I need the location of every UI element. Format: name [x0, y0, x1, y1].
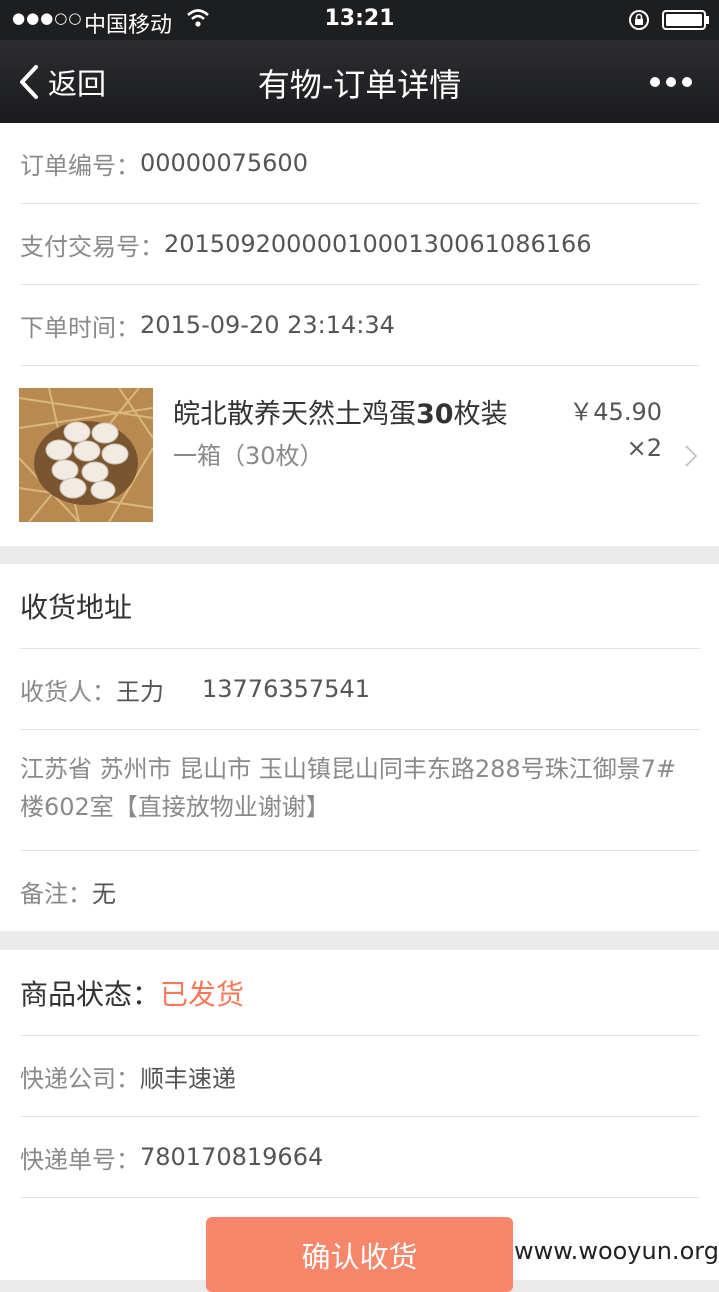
confirm-receipt-button[interactable]: 确认收货	[206, 1217, 513, 1292]
order-number-label: 订单编号：	[20, 151, 140, 180]
clock: 13:21	[324, 6, 395, 31]
receiver-phone: 13776357541	[202, 675, 370, 703]
product-name: 皖北散养天然土鸡蛋30枚装	[173, 392, 508, 431]
order-info-card: 订单编号： 00000075600 支付交易号： 201509200000100…	[0, 123, 719, 546]
receiver-label: 收货人：	[20, 677, 116, 706]
product-quantity: ×2	[626, 434, 662, 462]
note-label: 备注：	[20, 880, 92, 908]
shipping-card: 收货地址 收货人： 王力 13776357541 江苏省 苏州市 昆山市 玉山镇…	[0, 564, 719, 931]
tracking-number: 780170819664	[140, 1143, 324, 1171]
payment-number-label: 支付交易号：	[20, 232, 164, 261]
shipping-section-header: 收货地址	[20, 564, 700, 649]
product-name-text: 皖北散养天然土鸡蛋	[173, 399, 416, 430]
tracking-label: 快递单号：	[20, 1145, 140, 1174]
product-name-unit: 枚装	[453, 399, 508, 430]
page-title: 有物-订单详情	[257, 66, 462, 104]
status-label: 商品状态：	[20, 977, 161, 1011]
nav-bar: 返回 有物-订单详情	[0, 40, 719, 123]
order-time-row: 下单时间： 2015-09-20 23:14:34	[20, 285, 700, 366]
courier-row: 快递公司： 顺丰速递	[20, 1036, 700, 1117]
status-bar: ●●●○○ 中国移动 13:21	[0, 0, 719, 40]
more-icon[interactable]	[648, 70, 694, 94]
product-thumbnail	[19, 388, 153, 522]
address-text: 江苏省 苏州市 昆山市 玉山镇昆山同丰东路288号珠江御景7#楼602室【直接放…	[20, 755, 677, 821]
status-row: 商品状态： 已发货	[20, 950, 700, 1036]
order-number-row: 订单编号： 00000075600	[20, 123, 700, 204]
courier-label: 快递公司：	[20, 1064, 140, 1093]
tracking-row: 快递单号： 780170819664	[20, 1117, 700, 1198]
battery-icon	[662, 10, 709, 30]
payment-number-row: 支付交易号： 2015092000001000130061086166	[20, 204, 700, 285]
product-spec: 一箱（30枚）	[173, 442, 324, 470]
order-time-label: 下单时间：	[20, 313, 140, 342]
status-badge: 已发货	[160, 977, 245, 1011]
payment-number-value: 2015092000001000130061086166	[164, 230, 592, 258]
receiver-name: 王力	[116, 677, 164, 706]
order-number-value: 00000075600	[140, 149, 308, 177]
note-row: 备注： 无	[20, 851, 700, 932]
product-price: ￥45.90	[569, 398, 662, 426]
watermark: www.wooyun.org	[514, 1237, 719, 1265]
order-time-value: 2015-09-20 23:14:34	[140, 311, 395, 339]
courier-value: 顺丰速递	[140, 1064, 236, 1093]
receiver-row: 收货人： 王力 13776357541	[20, 649, 700, 730]
note-value: 无	[92, 880, 116, 908]
product-name-count: 30	[416, 399, 454, 430]
rotation-lock-icon	[629, 10, 649, 30]
chevron-right-icon	[685, 445, 698, 467]
product-item[interactable]: 皖北散养天然土鸡蛋30枚装 一箱（30枚） ￥45.90 ×2	[0, 364, 719, 546]
shipping-section-title: 收货地址	[20, 591, 133, 624]
